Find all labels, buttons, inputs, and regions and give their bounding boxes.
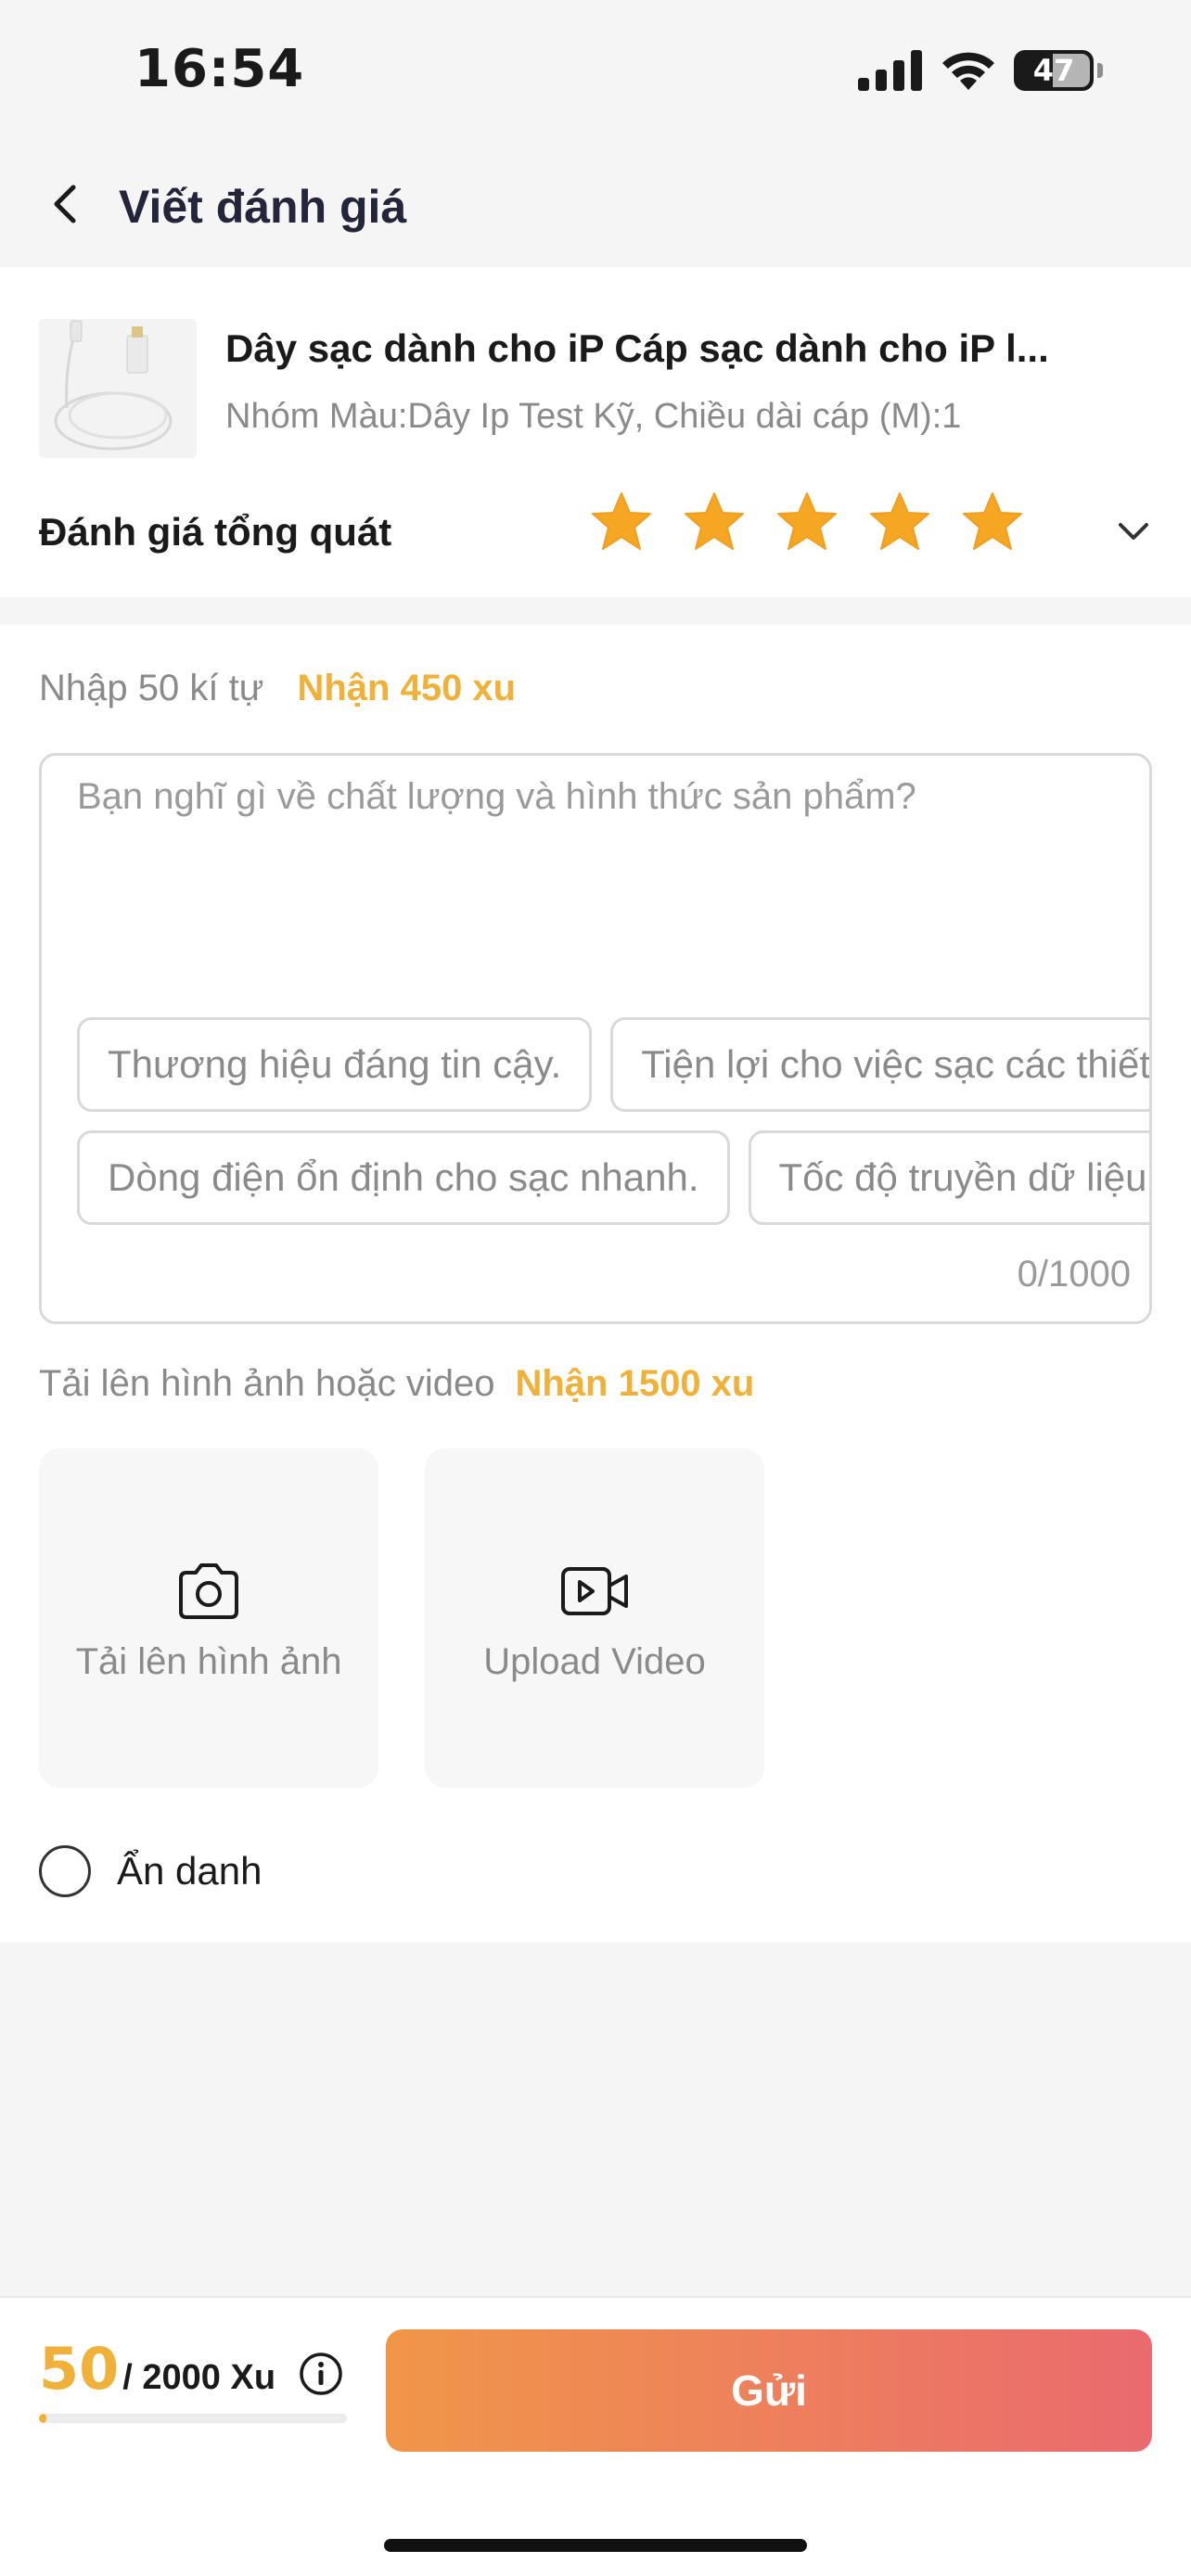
- review-textarea[interactable]: Bạn nghĩ gì về chất lượng và hình thức s…: [39, 753, 1152, 1324]
- xu-progress-fill: [39, 2414, 47, 2423]
- suggestion-chip[interactable]: Tiện lợi cho việc sạc các thiết bị.: [610, 1017, 1149, 1112]
- character-counter: 0/1000: [1017, 1254, 1131, 1294]
- review-section: Nhập 50 kí tự Nhận 450 xu Bạn nghĩ gì về…: [0, 625, 1191, 1942]
- video-camera-icon: [561, 1566, 628, 1615]
- product-variant: Nhóm Màu:Dây Ip Test Kỹ, Chiều dài cáp (…: [225, 397, 962, 436]
- star-icon[interactable]: [682, 490, 747, 555]
- submit-button[interactable]: Gửi: [386, 2329, 1152, 2452]
- suggestion-chip[interactable]: Dòng điện ổn định cho sạc nhanh.: [77, 1130, 730, 1225]
- star-rating[interactable]: [589, 490, 1025, 555]
- wifi-icon: [942, 52, 994, 90]
- xu-current: 50: [39, 2335, 120, 2403]
- anonymous-radio[interactable]: [39, 1845, 91, 1897]
- upload-hint-text: Tải lên hình ảnh hoặc video: [39, 1363, 495, 1404]
- star-icon[interactable]: [589, 490, 654, 555]
- battery-tip: [1097, 63, 1103, 78]
- review-hint-text: Nhập 50 kí tự: [39, 668, 264, 708]
- home-indicator: [384, 2539, 807, 2552]
- battery-level: 47: [1032, 53, 1075, 88]
- rating-label: Đánh giá tổng quát: [39, 510, 392, 554]
- xu-counter: 50 / 2000 Xu: [39, 2335, 275, 2403]
- xu-total: / 2000 Xu: [122, 2358, 276, 2397]
- upload-video-button[interactable]: Upload Video: [425, 1448, 764, 1788]
- info-icon[interactable]: [299, 2352, 343, 2396]
- chevron-left-icon: [54, 185, 76, 223]
- product-card: Dây sạc dành cho iP Cáp sạc dành cho iP …: [0, 267, 1191, 597]
- upload-video-label: Upload Video: [483, 1640, 706, 1682]
- review-reward: Nhận 450 xu: [297, 668, 517, 708]
- anonymous-option[interactable]: Ẩn danh: [39, 1845, 262, 1897]
- upload-photo-button[interactable]: Tải lên hình ảnh: [39, 1448, 378, 1788]
- chevron-down-icon[interactable]: [1113, 510, 1154, 551]
- page-header: Viết đánh giá: [0, 139, 1191, 267]
- battery-icon: 47: [1014, 50, 1094, 91]
- status-bar: 16:54 47: [0, 0, 1191, 139]
- signal-icon: [858, 50, 922, 91]
- upload-hint: Tải lên hình ảnh hoặc video Nhận 1500 xu: [39, 1363, 754, 1405]
- anonymous-label: Ẩn danh: [117, 1849, 263, 1893]
- product-thumbnail: [39, 319, 197, 458]
- suggestion-row-2: Dòng điện ổn định cho sạc nhanh. Tốc độ …: [77, 1130, 1149, 1225]
- star-icon[interactable]: [867, 490, 932, 555]
- status-icons: 47: [858, 45, 1103, 96]
- upload-reward: Nhận 1500 xu: [515, 1363, 755, 1404]
- review-hint: Nhập 50 kí tự Nhận 450 xu: [39, 668, 516, 709]
- bottom-bar: 50 / 2000 Xu Gửi: [0, 2296, 1191, 2576]
- back-button[interactable]: [37, 176, 93, 232]
- review-placeholder: Bạn nghĩ gì về chất lượng và hình thức s…: [77, 776, 916, 817]
- suggestion-chip[interactable]: Tốc độ truyền dữ liệu nhanh.: [748, 1130, 1149, 1225]
- upload-photo-label: Tải lên hình ảnh: [75, 1640, 342, 1682]
- xu-progress-bar: [39, 2414, 347, 2423]
- suggestion-chip[interactable]: Thương hiệu đáng tin cậy.: [77, 1017, 593, 1112]
- page-title: Viết đánh giá: [119, 181, 407, 233]
- suggestion-row-1: Thương hiệu đáng tin cậy. Tiện lợi cho v…: [77, 1017, 1149, 1112]
- camera-icon: [179, 1562, 238, 1619]
- product-name: Dây sạc dành cho iP Cáp sạc dành cho iP …: [225, 326, 1049, 370]
- star-icon[interactable]: [960, 490, 1025, 555]
- status-time: 16:54: [134, 39, 305, 99]
- star-icon[interactable]: [775, 490, 839, 555]
